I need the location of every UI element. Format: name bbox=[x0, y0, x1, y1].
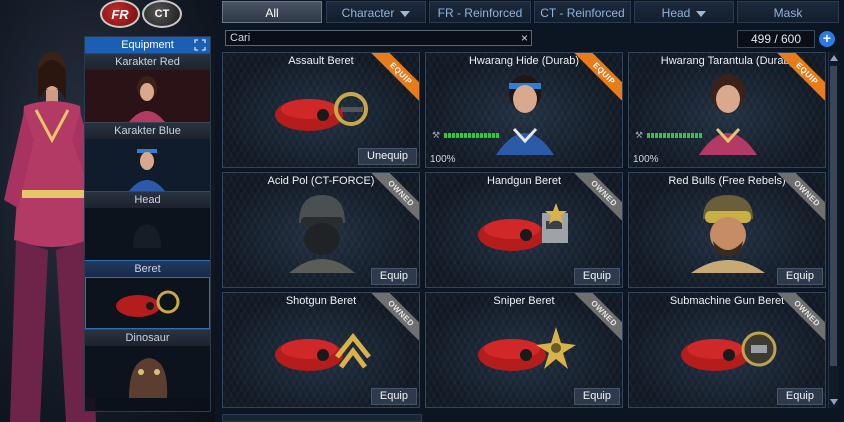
category-tabs: All Character FR - Reinforced CT - Reinf… bbox=[222, 0, 844, 24]
beret-smg-icon bbox=[681, 331, 777, 371]
equip-button[interactable]: Equip bbox=[573, 268, 620, 285]
tab-ct-reinforced[interactable]: CT - Reinforced bbox=[534, 1, 631, 23]
expand-icon[interactable] bbox=[194, 39, 206, 51]
equipment-header: Equipment bbox=[85, 37, 210, 53]
item-card-submachine-gun-beret[interactable]: Submachine Gun Beret OWNED Equip bbox=[628, 292, 826, 408]
tab-mask[interactable]: Mask bbox=[737, 1, 839, 23]
slot-label-beret: Beret bbox=[85, 260, 210, 277]
character-blue-portrait bbox=[85, 139, 210, 191]
ct-logo: CT bbox=[142, 0, 182, 28]
slot-beret[interactable] bbox=[85, 277, 210, 329]
tab-ct-reinforced-label: CT - Reinforced bbox=[540, 6, 625, 20]
character-red-icon bbox=[699, 74, 757, 155]
tab-fr-reinforced-label: FR - Reinforced bbox=[437, 6, 523, 20]
equipment-title: Equipment bbox=[121, 39, 174, 51]
slot-label-karakter-blue: Karakter Blue bbox=[85, 122, 210, 139]
equip-button[interactable]: Equip bbox=[573, 388, 620, 405]
slot-label-head: Head bbox=[85, 191, 210, 208]
tab-fr-reinforced[interactable]: FR - Reinforced bbox=[429, 1, 531, 23]
tab-character[interactable]: Character bbox=[326, 1, 426, 23]
equip-button[interactable]: Equip bbox=[370, 388, 417, 405]
durability-meter: ⚒ bbox=[432, 129, 500, 140]
wrench-icon: ⚒ bbox=[635, 129, 644, 140]
equip-button[interactable]: Equip bbox=[370, 268, 417, 285]
slot-label-dinosaur: Dinosaur bbox=[85, 329, 210, 346]
character-red-portrait bbox=[85, 70, 210, 122]
bottom-strip bbox=[222, 414, 422, 422]
slot-dinosaur[interactable] bbox=[85, 346, 210, 398]
beret-sniper-icon bbox=[478, 327, 576, 371]
durability-bar bbox=[647, 132, 703, 138]
tab-head[interactable]: Head bbox=[634, 1, 734, 23]
tab-mask-label: Mask bbox=[773, 6, 803, 20]
character-blue-icon bbox=[496, 75, 554, 155]
item-card-hwarang-hide[interactable]: Hwarang Hide (Durab) EQUIP ⚒ 100% bbox=[425, 52, 623, 168]
scroll-thumb[interactable] bbox=[830, 66, 837, 366]
item-card-hwarang-tarantula[interactable]: Hwarang Tarantula (Durab) EQUIP ⚒ 100% bbox=[628, 52, 826, 168]
item-grid: Assault Beret EQUIP Unequip Hwarang Hide… bbox=[222, 52, 826, 408]
slot-label-karakter-red: Karakter Red bbox=[85, 53, 210, 70]
tab-character-label: Character bbox=[341, 6, 395, 20]
durability-percent: 100% bbox=[430, 154, 456, 165]
durability-meter: ⚒ bbox=[635, 129, 703, 140]
scroll-down-icon[interactable] bbox=[830, 399, 838, 405]
item-card-shotgun-beret[interactable]: Shotgun Beret OWNED Equip bbox=[222, 292, 420, 408]
beret-icon bbox=[86, 278, 209, 328]
item-card-acid-pol[interactable]: Acid Pol (CT-FORCE) OWNED Equip bbox=[222, 172, 420, 288]
inventory-count: 499 / 600 bbox=[737, 30, 815, 48]
durability-percent: 100% bbox=[633, 154, 659, 165]
slot-head[interactable] bbox=[85, 208, 210, 260]
tab-head-label: Head bbox=[661, 6, 691, 20]
fr-logo: FR bbox=[100, 0, 140, 28]
slot-karakter-blue[interactable] bbox=[85, 139, 210, 191]
wrench-icon: ⚒ bbox=[432, 129, 441, 140]
durability-bar bbox=[444, 132, 500, 138]
scroll-up-icon[interactable] bbox=[830, 55, 838, 61]
search-text: Cari bbox=[230, 32, 251, 44]
unequip-button[interactable]: Unequip bbox=[358, 148, 417, 165]
faction-logos: FR CT bbox=[100, 0, 186, 30]
soldier-mask-icon bbox=[289, 195, 355, 273]
close-icon[interactable]: × bbox=[521, 31, 528, 45]
item-card-assault-beret[interactable]: Assault Beret EQUIP Unequip bbox=[222, 52, 420, 168]
tab-all-label: All bbox=[265, 6, 279, 20]
head-silhouette-icon bbox=[85, 208, 210, 260]
item-card-red-bulls[interactable]: Red Bulls (Free Rebels) OWNED Equip bbox=[628, 172, 826, 288]
equip-button[interactable]: Equip bbox=[776, 268, 823, 285]
beret-assault-icon bbox=[275, 92, 368, 131]
rebel-soldier-icon bbox=[691, 195, 765, 273]
equipment-panel: Equipment Karakter Red Karakter Blue Hea… bbox=[84, 36, 211, 412]
beret-handgun-icon bbox=[478, 203, 568, 251]
search-input[interactable]: Cari × bbox=[225, 30, 532, 46]
tab-all[interactable]: All bbox=[222, 1, 322, 23]
slot-karakter-red[interactable] bbox=[85, 70, 210, 122]
beret-shotgun-icon bbox=[275, 332, 371, 371]
item-card-handgun-beret[interactable]: Handgun Beret OWNED Equip bbox=[425, 172, 623, 288]
item-card-sniper-beret[interactable]: Sniper Beret OWNED Equip bbox=[425, 292, 623, 408]
chevron-down-icon bbox=[696, 10, 707, 17]
item-grid-scrollbar[interactable] bbox=[828, 52, 838, 408]
dinosaur-head-icon bbox=[85, 346, 210, 398]
chevron-down-icon bbox=[400, 10, 411, 17]
equip-button[interactable]: Equip bbox=[776, 388, 823, 405]
add-slot-button[interactable]: + bbox=[819, 31, 835, 47]
character-preview-panel: FR CT Equipment Karakter Red Karakter Bl… bbox=[0, 0, 215, 422]
